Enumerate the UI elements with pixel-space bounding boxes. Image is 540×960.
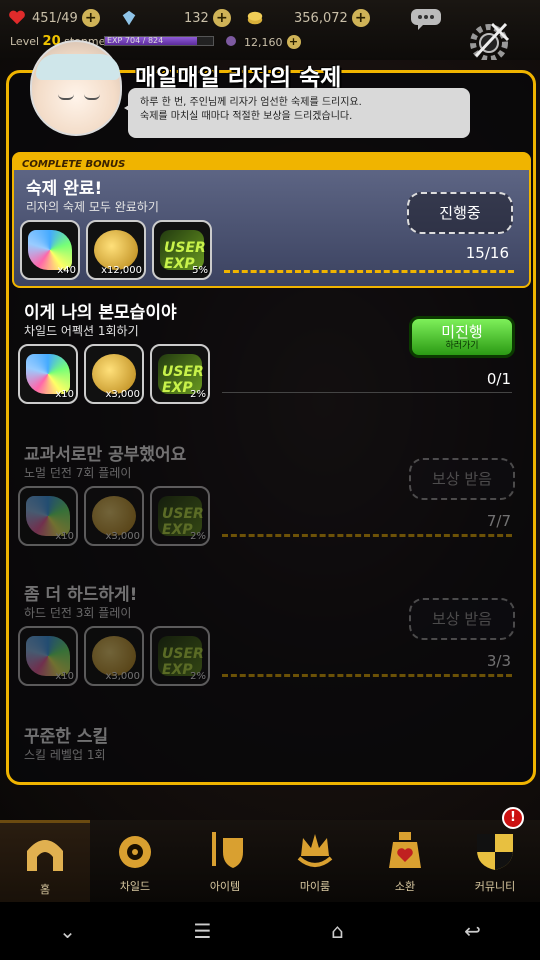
- hearts-value: 451/49: [32, 10, 78, 26]
- reward-list: x40 x12,000 USER EXP 5%: [20, 220, 212, 280]
- sword-shield-icon: [212, 832, 243, 868]
- reward-gem: x40: [20, 220, 80, 280]
- gems-counter: 132 +: [120, 8, 231, 28]
- add-hearts-button[interactable]: +: [81, 9, 100, 27]
- gold-coins-icon: [92, 636, 136, 676]
- reward-claimed-button[interactable]: 보상 받음: [409, 458, 515, 500]
- in-progress-button[interactable]: 진행중: [407, 192, 513, 234]
- eye-flame-icon: [119, 836, 151, 868]
- reward-user-exp: USER EXP 2%: [150, 344, 210, 404]
- bottom-nav: 홈 차일드 아이템 마이룸 소환 ! 커뮤니티: [0, 807, 540, 902]
- add-gold-button[interactable]: +: [351, 9, 370, 27]
- quest-complete-bonus: 숙제 완료! 리자의 숙제 모두 완료하기 x40 x12,000 USER E…: [12, 170, 531, 288]
- progress-line: [222, 534, 512, 537]
- gem-icon: [26, 496, 70, 536]
- quest-progress: 0/1: [486, 370, 511, 388]
- skull-icon: [226, 36, 236, 46]
- reward-list: x10 x3,000 USER EXP 2%: [18, 626, 210, 686]
- crown-wreath-icon: [297, 834, 333, 867]
- reward-gem: x10: [18, 486, 78, 546]
- chevron-down-icon[interactable]: ⌄: [48, 911, 88, 951]
- quest-progress: 3/3: [486, 652, 511, 670]
- add-sub-currency-button[interactable]: +: [286, 35, 301, 49]
- nav-myroom[interactable]: 마이룸: [270, 820, 360, 902]
- reward-gold: x3,000: [84, 626, 144, 686]
- progress-line: [222, 674, 512, 677]
- divider: [222, 392, 512, 393]
- reward-gold: x3,000: [84, 344, 144, 404]
- sub-currency: 12,160 +: [224, 32, 301, 52]
- gold-coins-icon: [92, 496, 136, 536]
- go-do-it-button[interactable]: 미진행 하러가기: [409, 316, 515, 358]
- user-exp-icon: USER EXP: [160, 230, 206, 272]
- progress-line: [224, 270, 514, 273]
- reward-gem: x10: [18, 626, 78, 686]
- complete-bonus-tab: COMPLETE BONUS: [12, 152, 531, 170]
- back-arrow-icon[interactable]: ↩: [453, 911, 493, 951]
- quest-normal-dungeon: 교과서로만 공부했어요 노멀 던전 7회 플레이 x10 x3,000 USER…: [12, 436, 531, 558]
- gem-icon: [26, 354, 70, 394]
- potion-heart-icon: [389, 832, 421, 868]
- gold-coins-icon: [92, 354, 136, 394]
- nav-summon[interactable]: 소환: [360, 820, 450, 902]
- gold-value: 356,072: [294, 10, 348, 26]
- reward-user-exp: USER EXP 2%: [150, 486, 210, 546]
- quest-hard-dungeon: 좀 더 하드하게! 하드 던전 3회 플레이 x10 x3,000 USER E…: [12, 576, 531, 698]
- gold-coins-icon: [94, 230, 138, 270]
- nav-home[interactable]: 홈: [0, 820, 90, 902]
- gems-value: 132: [184, 10, 209, 26]
- reward-list: x10 x3,000 USER EXP 2%: [18, 486, 210, 546]
- user-exp-icon: USER EXP: [158, 496, 204, 538]
- home-icon: [27, 840, 63, 871]
- checker-shield-icon: [477, 834, 513, 870]
- notification-badge: !: [502, 807, 524, 829]
- nav-child[interactable]: 차일드: [90, 820, 180, 902]
- quest-child-affection: 이게 나의 본모습이야 차일드 어펙션 1회하기 x10 x3,000 USER…: [12, 294, 531, 416]
- reward-user-exp: USER EXP 5%: [152, 220, 212, 280]
- reward-list: x10 x3,000 USER EXP 2%: [18, 344, 210, 404]
- home-button-icon[interactable]: ⌂: [318, 911, 358, 951]
- reward-gold: x12,000: [86, 220, 146, 280]
- reward-gem: x10: [18, 344, 78, 404]
- heart-icon: [9, 10, 25, 25]
- gem-icon: [28, 230, 72, 270]
- reward-claimed-button[interactable]: 보상 받음: [409, 598, 515, 640]
- add-gems-button[interactable]: +: [212, 9, 231, 27]
- gold-counter: 356,072 +: [246, 8, 370, 28]
- user-exp-icon: USER EXP: [158, 354, 204, 396]
- nav-community[interactable]: ! 커뮤니티: [450, 807, 540, 902]
- menu-icon[interactable]: ☰: [183, 911, 223, 951]
- gem-icon: [122, 10, 136, 26]
- gem-icon: [26, 636, 70, 676]
- exp-bar: EXP 704 / 824: [104, 36, 214, 46]
- reward-user-exp: USER EXP 2%: [150, 626, 210, 686]
- speech-bubble: 하루 한 번, 주인님께 리자가 엄선한 숙제를 드리지요. 숙제를 마치실 때…: [124, 88, 470, 138]
- quest-skill-levelup: 꾸준한 스킬 스킬 레벨업 1회: [24, 727, 109, 762]
- quest-progress: 15/16: [465, 244, 509, 262]
- liza-avatar: [30, 40, 122, 136]
- reward-gold: x3,000: [84, 486, 144, 546]
- chat-bubble-icon[interactable]: [410, 8, 442, 32]
- user-exp-icon: USER EXP: [158, 636, 204, 678]
- hearts-counter: 451/49 +: [8, 8, 100, 28]
- dialog-title: 매일매일 리자의 숙제: [135, 65, 342, 91]
- nav-item[interactable]: 아이템: [180, 820, 270, 902]
- gold-icon: [247, 11, 263, 25]
- system-nav-bar: ⌄ ☰ ⌂ ↩: [0, 902, 540, 960]
- quest-progress: 7/7: [486, 512, 511, 530]
